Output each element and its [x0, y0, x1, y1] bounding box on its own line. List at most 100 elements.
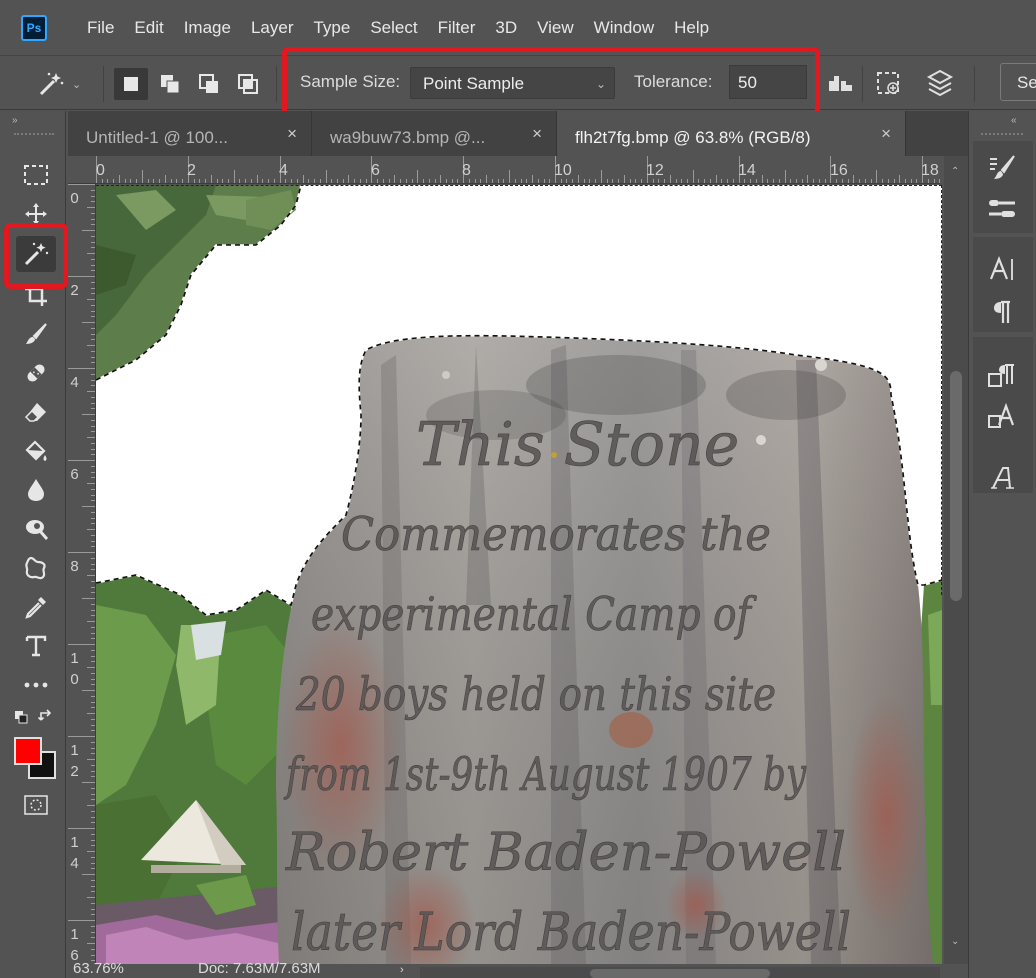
more-tools-icon — [24, 682, 48, 688]
menu-edit[interactable]: Edit — [124, 18, 173, 38]
scroll-up-icon[interactable]: ⌃ — [951, 166, 959, 177]
ruler-label: 16 — [830, 162, 848, 179]
pen-tool[interactable] — [16, 550, 56, 586]
divider — [862, 66, 863, 102]
selection-border-top — [96, 185, 942, 186]
ruler-label: 0 — [70, 190, 79, 207]
paragraph-icon — [994, 300, 1010, 323]
options-highlight-annotation — [282, 47, 820, 116]
anti-alias-button[interactable] — [823, 66, 859, 100]
ruler-label: 10 — [70, 650, 79, 688]
engraving-line: from 1st-9th August 1907 by — [284, 747, 807, 801]
menu-items: File Edit Image Layer Type Select Filter… — [84, 18, 719, 38]
ruler-label: 4 — [70, 374, 79, 391]
ruler-label: 12 — [646, 162, 664, 179]
more-tools[interactable] — [16, 667, 56, 703]
brushes-button[interactable] — [985, 193, 1019, 225]
paint-bucket-tool[interactable] — [16, 433, 56, 469]
eyedropper-tool[interactable] — [16, 589, 56, 625]
select-subject-button[interactable]: Se — [1000, 63, 1036, 101]
document-canvas[interactable]: This Stone Commemorates the experimental… — [96, 185, 942, 964]
collapse-icon[interactable]: « — [1011, 115, 1016, 126]
select-mask-icon — [877, 72, 899, 94]
marquee-icon — [24, 165, 48, 185]
brush-settings-icon — [990, 155, 1015, 179]
marquee-tool[interactable] — [16, 157, 56, 193]
panel-grip[interactable] — [14, 133, 54, 137]
swap-colors-icon[interactable] — [37, 709, 54, 730]
tab-wa9buw73[interactable]: wa9buw73.bmp @... × — [312, 111, 557, 156]
collapse-icon[interactable]: » — [12, 115, 17, 126]
close-icon[interactable]: × — [287, 124, 297, 144]
paragraph-styles-button[interactable] — [985, 360, 1019, 392]
ruler-label: 14 — [70, 834, 79, 872]
menu-select[interactable]: Select — [360, 18, 427, 38]
menu-help[interactable]: Help — [664, 18, 719, 38]
scroll-thumb[interactable] — [590, 969, 770, 978]
engraving-line: 20 boys held on this site — [295, 667, 776, 721]
brush-tool[interactable] — [16, 316, 56, 352]
type-tool[interactable] — [16, 628, 56, 664]
sample-all-layers-button[interactable] — [922, 66, 958, 100]
scroll-thumb[interactable] — [950, 371, 962, 601]
brush-settings-button[interactable] — [985, 151, 1019, 183]
status-menu-icon[interactable]: › — [400, 964, 404, 976]
menu-layer[interactable]: Layer — [241, 18, 304, 38]
menu-3d[interactable]: 3D — [485, 18, 527, 38]
blur-tool[interactable] — [16, 472, 56, 508]
intersect-selection-icon — [238, 74, 258, 94]
paint-bucket-icon — [25, 440, 47, 461]
character-styles-button[interactable] — [985, 401, 1019, 433]
selection-border-right — [941, 185, 942, 595]
foreground-color-swatch[interactable] — [14, 737, 42, 765]
scroll-down-icon[interactable]: ⌄ — [951, 936, 959, 947]
vertical-scrollbar[interactable]: ⌃ ⌄ — [944, 156, 968, 964]
healing-brush-tool[interactable] — [16, 355, 56, 391]
ruler-label: 14 — [738, 162, 756, 179]
ruler-label: 0 — [96, 162, 105, 179]
close-icon[interactable]: × — [881, 124, 891, 144]
zoom-level[interactable]: 63.76% — [73, 960, 124, 977]
healing-icon — [27, 364, 45, 382]
add-to-selection-button[interactable] — [153, 68, 187, 100]
menu-view[interactable]: View — [527, 18, 584, 38]
glyphs-panel-button[interactable] — [985, 462, 1019, 494]
ruler-label: 2 — [70, 282, 79, 299]
tool-preset-picker[interactable]: ⌄ — [36, 68, 88, 100]
paragraph-panel-button[interactable] — [985, 296, 1019, 328]
close-icon[interactable]: × — [532, 124, 542, 144]
panel-empty — [973, 497, 1033, 978]
anti-alias-icon — [829, 76, 852, 91]
divider — [974, 66, 975, 102]
dodge-tool[interactable] — [16, 511, 56, 547]
tab-label: Untitled-1 @ 100... — [86, 128, 228, 147]
eraser-tool[interactable] — [16, 394, 56, 430]
menu-type[interactable]: Type — [303, 18, 360, 38]
menu-window[interactable]: Window — [584, 18, 664, 38]
horizontal-scrollbar[interactable] — [420, 967, 940, 978]
new-selection-button[interactable] — [114, 68, 148, 100]
engraving-line: experimental Camp of — [311, 587, 757, 641]
tab-label: flh2t7fg.bmp @ 63.8% (RGB/8) — [575, 128, 811, 147]
select-and-mask-button[interactable] — [871, 66, 907, 100]
tab-untitled-1[interactable]: Untitled-1 @ 100... × — [68, 111, 312, 156]
menu-image[interactable]: Image — [174, 18, 241, 38]
add-to-selection-icon — [161, 75, 180, 94]
vertical-ruler: 0 2 4 6 8 10 12 14 16 — [68, 184, 96, 964]
photoshop-logo[interactable]: Ps — [21, 14, 47, 41]
document-tabs: Untitled-1 @ 100... × wa9buw73.bmp @... … — [68, 111, 968, 156]
intersect-selection-button[interactable] — [231, 68, 265, 100]
default-colors-icon[interactable] — [14, 710, 28, 729]
engraving-line: This Stone — [416, 410, 739, 480]
tab-flh2t7fg[interactable]: flh2t7fg.bmp @ 63.8% (RGB/8) × — [557, 111, 906, 156]
panel-grip[interactable] — [981, 133, 1023, 137]
canvas-image: This Stone Commemorates the experimental… — [96, 185, 942, 964]
ruler-label: 8 — [70, 558, 79, 575]
menu-filter[interactable]: Filter — [428, 18, 486, 38]
ruler-label: 8 — [462, 162, 471, 179]
menu-file[interactable]: File — [84, 18, 124, 38]
character-panel-button[interactable] — [985, 253, 1019, 285]
ruler-label: 6 — [70, 466, 79, 483]
subtract-from-selection-button[interactable] — [192, 68, 226, 100]
quick-mask-button[interactable] — [24, 795, 48, 820]
